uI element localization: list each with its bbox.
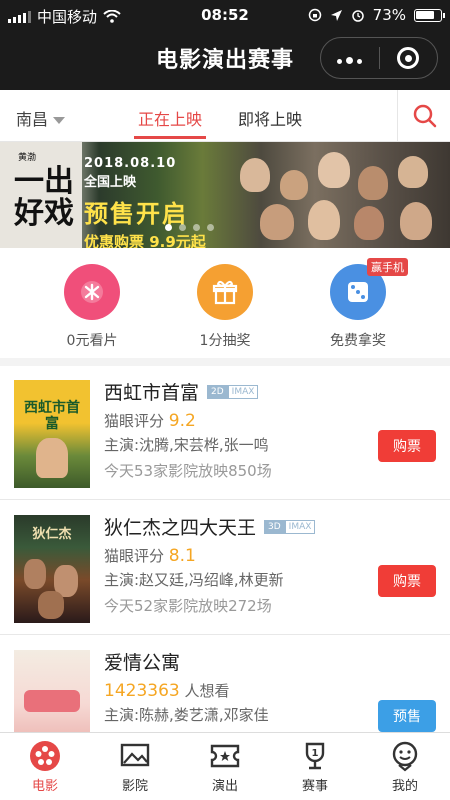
- tab-label: 电影: [31, 779, 58, 794]
- movie-title: 爱情公寓: [104, 652, 181, 674]
- format-tag: 3D: [264, 519, 285, 534]
- movie-poster: 西虹市首富: [14, 380, 90, 488]
- city-label: 南昌: [16, 110, 49, 129]
- movie-rating: 猫眼评分 8.1: [104, 545, 196, 566]
- movie-cast: 主演:赵又廷,冯绍峰,林更新: [104, 571, 284, 589]
- rating-score: 9.2: [168, 411, 196, 431]
- bottom-tab-bar: 电影 影院 演出 1 赛事 我的: [0, 732, 450, 800]
- quick-label: 1分抽奖: [199, 333, 251, 349]
- poster-title: 西虹市首富: [24, 400, 80, 432]
- win-phone-badge: 赢手机: [367, 258, 408, 276]
- movie-title-row: 狄仁杰之四大天王 3D IMAX: [104, 513, 316, 540]
- movie-title-row: 爱情公寓: [104, 648, 180, 675]
- nav-bar: 南昌 正在上映 即将上映: [0, 90, 450, 142]
- rotation-lock-icon: [308, 8, 321, 22]
- city-selector[interactable]: 南昌: [16, 106, 66, 130]
- movie-title: 西虹市首富: [104, 382, 200, 404]
- tab-coming-soon[interactable]: 即将上映: [238, 106, 302, 130]
- dice-icon: 赢手机: [330, 258, 408, 320]
- tab-now-showing[interactable]: 正在上映: [133, 106, 207, 139]
- rating-label: 猫眼评分: [104, 547, 165, 565]
- gift-icon: [197, 264, 253, 320]
- movie-showings: 今天52家影院放映272场: [104, 597, 272, 615]
- target-close-icon: [397, 47, 420, 69]
- location-icon: [330, 9, 342, 21]
- banner-movie-logo: 黄渤 一出好戏: [0, 142, 82, 248]
- movie-cast: 主演:陈赫,娄艺潇,邓家佳: [104, 706, 269, 724]
- tab-label: 演出: [211, 779, 238, 794]
- banner-date: 2018.08.10: [84, 156, 177, 171]
- tab-movie[interactable]: 电影: [0, 733, 90, 800]
- banner-movie-title: 一出好戏: [14, 164, 74, 231]
- cinema-icon: [120, 743, 150, 767]
- quick-actions: 0元看片 1分抽奖 赢手机 免费拿奖: [0, 248, 450, 366]
- format-tags: 2D IMAX: [207, 384, 259, 399]
- banner-promo: 优惠购票 9.9元起: [84, 233, 206, 248]
- svg-text:1: 1: [312, 748, 319, 759]
- show-ticket-icon: [210, 744, 240, 768]
- tab-mine[interactable]: 我的: [360, 733, 450, 800]
- pager-dot: [179, 224, 186, 231]
- quick-free-prize[interactable]: 赢手机 免费拿奖: [303, 258, 413, 350]
- rating-label: 猫眼评分: [104, 412, 165, 430]
- banner-pager: [165, 224, 214, 231]
- pager-dot: [193, 224, 200, 231]
- banner-release: 全国上映: [84, 175, 137, 190]
- format-tags: 3D IMAX: [264, 519, 316, 534]
- movie-title: 狄仁杰之四大天王: [104, 517, 257, 539]
- banner-cast-image: [230, 148, 448, 246]
- film-reel-icon: [30, 741, 60, 771]
- buy-ticket-button[interactable]: 购票: [378, 430, 436, 462]
- banner-text: 2018.08.10 全国上映 预售开启 优惠购票 9.9元起: [84, 152, 206, 248]
- poster-title: 狄仁杰: [32, 527, 72, 542]
- quick-lottery[interactable]: 1分抽奖: [170, 264, 280, 350]
- rating-score: 8.1: [168, 546, 196, 566]
- more-button[interactable]: [321, 49, 379, 68]
- movie-poster: 狄仁杰: [14, 515, 90, 623]
- profile-icon: [392, 741, 418, 772]
- trophy-icon: 1: [305, 742, 325, 770]
- header-bar: 中国移动 08:52 73% 电影演出赛事: [0, 0, 450, 90]
- presale-button[interactable]: 预售: [378, 700, 436, 732]
- movie-item[interactable]: 西虹市首富 西虹市首富 2D IMAX 猫眼评分 9.2 主演:沈腾,宋芸桦,张一…: [0, 366, 450, 500]
- quick-free-movie[interactable]: 0元看片: [37, 264, 147, 350]
- wish-label: 人想看: [184, 682, 230, 700]
- dropdown-arrow-icon: [53, 117, 66, 124]
- alarm-icon: [351, 10, 364, 22]
- banner-director: 黄渤: [18, 153, 37, 163]
- movie-cast: 主演:沈腾,宋芸桦,张一鸣: [104, 436, 269, 454]
- movie-title-row: 西虹市首富 2D IMAX: [104, 378, 259, 405]
- wish-count: 1423363: [104, 681, 180, 701]
- tab-cinema[interactable]: 影院: [90, 733, 180, 800]
- miniprogram-capsule: [320, 37, 438, 79]
- quick-label: 免费拿奖: [330, 333, 386, 349]
- movie-showings: 今天53家影院放映850场: [104, 462, 272, 480]
- tab-label: 影院: [121, 779, 148, 794]
- buy-ticket-button[interactable]: 购票: [378, 565, 436, 597]
- ticket-icon: [64, 264, 120, 320]
- tab-label: 我的: [391, 779, 418, 794]
- tab-show[interactable]: 演出: [180, 733, 270, 800]
- format-tag: 2D: [207, 384, 228, 399]
- battery-percent: 73%: [372, 6, 406, 24]
- tab-match[interactable]: 1 赛事: [270, 733, 360, 800]
- promo-banner[interactable]: 黄渤 一出好戏 2018.08.10 全国上映 预售开启 优惠购票 9.9元起: [0, 142, 450, 248]
- format-tag: IMAX: [284, 519, 316, 534]
- movie-rating: 猫眼评分 9.2: [104, 410, 196, 431]
- pager-dot: [207, 224, 214, 231]
- pager-dot: [165, 224, 172, 231]
- format-tag: IMAX: [227, 384, 259, 399]
- search-icon[interactable]: [412, 103, 438, 129]
- movie-wish: 1423363 人想看: [104, 680, 230, 701]
- battery-icon: [414, 8, 445, 22]
- tab-label: 赛事: [301, 779, 328, 794]
- status-bar: 中国移动 08:52 73%: [0, 0, 450, 30]
- quick-label: 0元看片: [66, 333, 118, 349]
- movie-item[interactable]: 狄仁杰 狄仁杰之四大天王 3D IMAX 猫眼评分 8.1 主演:赵又廷,冯绍峰,…: [0, 501, 450, 635]
- close-miniprogram-button[interactable]: [380, 47, 438, 69]
- more-dots-icon: [335, 49, 364, 68]
